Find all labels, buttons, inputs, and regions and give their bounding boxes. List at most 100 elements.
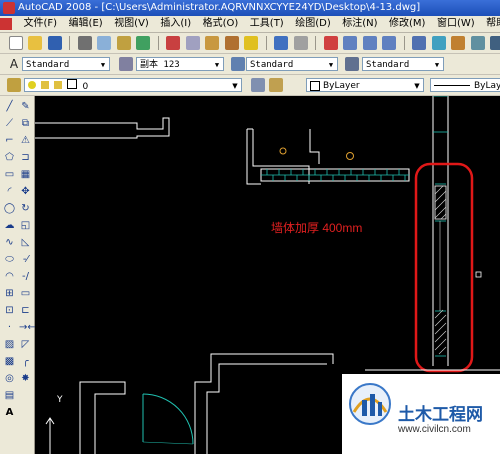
title-bar: AutoCAD 2008 - [C:\Users\Administrator.A… (0, 0, 500, 16)
redo-icon[interactable] (293, 36, 308, 50)
match-properties-icon[interactable] (224, 36, 239, 50)
region-icon[interactable]: ◎ (3, 372, 16, 385)
arc-icon[interactable]: ◜ (3, 185, 16, 198)
autocad-app-icon[interactable] (3, 2, 15, 14)
toolbar-separator (315, 36, 316, 50)
open-icon[interactable] (28, 36, 42, 50)
pan-icon[interactable] (323, 36, 338, 50)
extend-icon[interactable]: -/ (19, 270, 32, 283)
menu-tools[interactable]: 工具(T) (246, 16, 288, 32)
offset-icon[interactable]: ⊐ (19, 151, 32, 164)
ucs-y-label: Y (56, 395, 63, 405)
color-value: ByLayer (323, 81, 360, 91)
menu-insert[interactable]: 插入(I) (156, 16, 195, 32)
table-style-icon[interactable] (231, 57, 245, 71)
erase-icon[interactable]: ✎ (19, 100, 32, 113)
dim-style-value: 副本 123 (140, 60, 180, 70)
move-icon[interactable]: ✥ (19, 185, 32, 198)
menu-draw[interactable]: 绘图(D) (291, 16, 335, 32)
sheet-set-icon[interactable] (470, 36, 485, 50)
array-icon[interactable]: ▦ (19, 168, 32, 181)
text-style-select[interactable]: Standard ▼ (22, 57, 110, 71)
gradient-icon[interactable]: ▩ (3, 355, 16, 368)
tool-palettes-icon[interactable] (451, 36, 465, 50)
layer-previous-icon[interactable] (269, 78, 283, 92)
make-block-icon[interactable]: ⊡ (3, 304, 16, 317)
menu-modify[interactable]: 修改(M) (385, 16, 429, 32)
mleader-style-icon[interactable] (345, 57, 359, 71)
rotate-icon[interactable]: ↻ (19, 202, 32, 215)
copy-object-icon[interactable]: ⧉ (19, 117, 32, 130)
paste-icon[interactable] (205, 36, 219, 50)
undo-icon[interactable] (274, 36, 288, 50)
rectangle-icon[interactable]: ▭ (3, 168, 16, 181)
menu-view[interactable]: 视图(V) (110, 16, 153, 32)
revcloud-icon[interactable]: ☁ (3, 219, 16, 232)
menu-file[interactable]: 文件(F) (20, 16, 62, 32)
circle-icon[interactable]: ◯ (3, 202, 16, 215)
text-style-value: Standard (26, 60, 70, 70)
text-style-icon[interactable]: A (7, 57, 21, 71)
layer-lock-icon (53, 81, 62, 89)
break-at-point-icon[interactable]: ▭ (19, 287, 32, 300)
markup-icon[interactable] (490, 36, 500, 50)
cut-icon[interactable] (166, 36, 180, 50)
block-editor-icon[interactable] (244, 36, 258, 50)
join-icon[interactable]: →← (19, 321, 36, 334)
menu-dimension[interactable]: 标注(N) (338, 16, 381, 32)
construction-line-icon[interactable]: ⟋ (3, 117, 16, 130)
3d-dwf-icon[interactable] (136, 36, 150, 50)
menu-window[interactable]: 窗口(W) (433, 16, 479, 32)
table-style-select[interactable]: Standard ▼ (246, 57, 338, 71)
trim-icon[interactable]: -⁄ (19, 253, 32, 266)
stretch-icon[interactable]: ◺ (19, 236, 32, 249)
make-current-icon[interactable] (251, 78, 265, 92)
break-icon[interactable]: ⊏ (19, 304, 32, 317)
linetype-control-select[interactable]: ByLay (430, 78, 500, 92)
explode-icon[interactable]: ✸ (19, 372, 32, 385)
insert-block-icon[interactable]: ⊞ (3, 287, 16, 300)
menu-format[interactable]: 格式(O) (199, 16, 243, 32)
new-icon[interactable] (8, 36, 23, 50)
plot-icon[interactable] (77, 36, 92, 50)
spline-icon[interactable]: ∿ (3, 236, 16, 249)
plot-preview-icon[interactable] (97, 36, 111, 50)
chevron-down-icon: ▼ (328, 61, 334, 69)
fillet-icon[interactable]: ╭ (19, 355, 32, 368)
dim-style-select[interactable]: 副本 123 ▼ (136, 57, 224, 71)
ellipse-arc-icon[interactable]: ◠ (3, 270, 16, 283)
layer-manager-icon[interactable] (7, 78, 21, 92)
watermark-brand: 土木工程网 (398, 405, 483, 425)
highlight-box (414, 162, 474, 373)
door-swing-arc (142, 393, 194, 445)
copy-icon[interactable] (185, 36, 200, 50)
scale-icon[interactable]: ◱ (19, 219, 32, 232)
color-control-select[interactable]: ByLayer ▼ (306, 78, 424, 92)
zoom-window-icon[interactable] (362, 36, 377, 50)
save-icon[interactable] (47, 36, 62, 50)
hatch-icon[interactable]: ▨ (3, 338, 16, 351)
chamfer-icon[interactable]: ◸ (19, 338, 32, 351)
zoom-realtime-icon[interactable] (343, 36, 357, 50)
ellipse-icon[interactable]: ⬭ (3, 253, 16, 266)
menu-edit[interactable]: 编辑(E) (65, 16, 107, 32)
properties-icon[interactable] (412, 36, 426, 50)
zoom-previous-icon[interactable] (382, 36, 396, 50)
multiline-text-icon[interactable]: A (3, 406, 16, 419)
design-center-icon[interactable] (431, 36, 446, 50)
document-icon[interactable] (0, 18, 12, 30)
chevron-down-icon: ▼ (434, 61, 440, 69)
point-icon[interactable]: · (3, 321, 16, 334)
table-icon[interactable]: ▤ (3, 389, 16, 402)
publish-icon[interactable] (116, 36, 131, 50)
polygon-icon[interactable]: ⬠ (3, 151, 16, 164)
menu-help[interactable]: 帮助(H) (482, 16, 500, 32)
polyline-icon[interactable]: ⌐ (3, 134, 16, 147)
mirror-icon[interactable]: ⚠ (19, 134, 32, 147)
layer-select[interactable]: 0 ▼ (24, 78, 242, 92)
mleader-style-select[interactable]: Standard ▼ (362, 57, 444, 71)
dim-style-icon[interactable] (119, 57, 133, 71)
line-icon[interactable]: ╱ (3, 100, 16, 113)
toolbar-separator (265, 36, 267, 50)
mleader-style-value: Standard (366, 60, 410, 70)
